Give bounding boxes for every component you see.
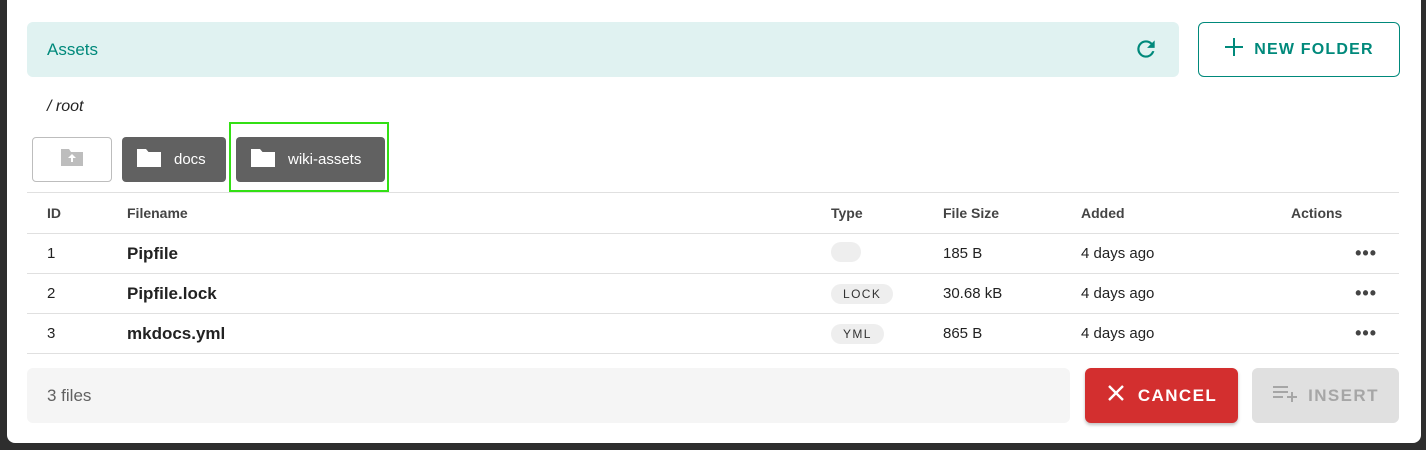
column-header-filename[interactable]: Filename bbox=[127, 192, 831, 234]
playlist-add-icon bbox=[1272, 383, 1298, 408]
row-file-size: 865 B bbox=[943, 313, 1081, 354]
table-header-row: ID Filename Type File Size Added Actions bbox=[27, 192, 1399, 234]
cancel-button[interactable]: CANCEL bbox=[1085, 368, 1238, 423]
type-chip: YML bbox=[831, 323, 884, 344]
files-table: ID Filename Type File Size Added Actions… bbox=[27, 192, 1399, 354]
new-folder-label: NEW FOLDER bbox=[1254, 40, 1374, 58]
table-row[interactable]: 2 Pipfile.lock LOCK 30.68 kB 4 days ago … bbox=[27, 273, 1399, 314]
column-header-id[interactable]: ID bbox=[27, 192, 127, 234]
new-folder-button[interactable]: NEW FOLDER bbox=[1198, 22, 1400, 77]
row-filename: Pipfile bbox=[127, 243, 179, 263]
folder-icon bbox=[136, 147, 162, 172]
more-actions-icon[interactable]: ••• bbox=[1355, 323, 1377, 344]
table-row[interactable]: 3 mkdocs.yml YML 865 B 4 days ago ••• bbox=[27, 313, 1399, 354]
table-row[interactable]: 1 Pipfile 185 B 4 days ago ••• bbox=[27, 233, 1399, 274]
folder-upload-icon bbox=[59, 146, 85, 173]
type-chip: LOCK bbox=[831, 283, 894, 304]
folder-icon bbox=[250, 147, 276, 172]
column-header-type[interactable]: Type bbox=[831, 192, 943, 234]
footer-status-bar: 3 files bbox=[27, 368, 1070, 423]
asset-dialog: Assets NEW FOLDER / root docs wiki-asset… bbox=[7, 0, 1421, 443]
plus-icon bbox=[1224, 37, 1244, 62]
column-header-added[interactable]: Added bbox=[1081, 192, 1291, 234]
assets-title: Assets bbox=[47, 40, 99, 59]
file-count: 3 files bbox=[47, 386, 92, 405]
row-file-size: 185 B bbox=[943, 233, 1081, 274]
row-id: 2 bbox=[27, 273, 127, 314]
row-file-size: 30.68 kB bbox=[943, 273, 1081, 314]
breadcrumb: / root bbox=[47, 98, 84, 115]
folder-label: wiki-assets bbox=[288, 151, 362, 168]
folder-wiki-assets[interactable]: wiki-assets bbox=[236, 137, 385, 182]
row-added: 4 days ago bbox=[1081, 313, 1291, 354]
type-chip bbox=[831, 241, 861, 262]
parent-folder-button[interactable] bbox=[32, 137, 112, 182]
row-id: 3 bbox=[27, 313, 127, 354]
row-id: 1 bbox=[27, 233, 127, 274]
close-icon bbox=[1106, 383, 1126, 408]
cancel-label: CANCEL bbox=[1137, 385, 1218, 405]
row-filename: Pipfile.lock bbox=[127, 283, 217, 303]
more-actions-icon[interactable]: ••• bbox=[1355, 243, 1377, 264]
row-added: 4 days ago bbox=[1081, 273, 1291, 314]
column-header-actions: Actions bbox=[1291, 192, 1399, 234]
folder-label: docs bbox=[174, 151, 206, 168]
more-actions-icon[interactable]: ••• bbox=[1355, 283, 1377, 304]
assets-header-bar: Assets bbox=[27, 22, 1179, 77]
refresh-icon[interactable] bbox=[1133, 36, 1159, 62]
insert-label: INSERT bbox=[1308, 385, 1379, 405]
row-filename: mkdocs.yml bbox=[127, 323, 226, 343]
folder-docs[interactable]: docs bbox=[122, 137, 226, 182]
row-added: 4 days ago bbox=[1081, 233, 1291, 274]
column-header-file-size[interactable]: File Size bbox=[943, 192, 1081, 234]
insert-button[interactable]: INSERT bbox=[1252, 368, 1399, 423]
